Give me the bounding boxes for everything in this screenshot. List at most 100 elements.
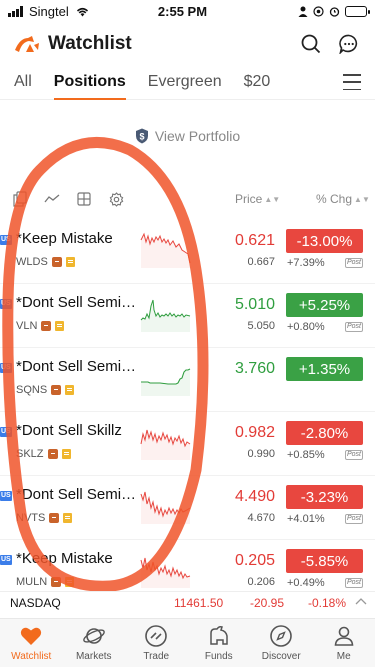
carrier-name: Singtel xyxy=(29,3,69,19)
ticker-symbol: SQNS xyxy=(16,384,48,396)
battery-icon xyxy=(345,5,370,17)
signal-icon xyxy=(8,5,23,17)
post-price: 0.667 xyxy=(247,256,275,268)
ticker-symbol: VLN xyxy=(16,320,38,332)
alarm-icon xyxy=(329,6,340,17)
change-badge[interactable]: -13.00% xyxy=(286,229,363,253)
sort-icon: ▲▼ xyxy=(354,195,370,204)
market-badge: US xyxy=(0,235,12,245)
table-row[interactable]: US *Dont Sell Skillz SKLZ 0.982 0.990 -2… xyxy=(0,412,375,476)
note-badge-icon xyxy=(61,449,71,459)
chg-header-label: % Chg xyxy=(316,192,353,206)
post-market-tag: Post xyxy=(345,322,364,332)
change-badge[interactable]: +1.35% xyxy=(286,357,363,381)
post-change: +0.85% xyxy=(287,449,325,461)
position-badge-icon xyxy=(51,257,62,267)
change-badge[interactable]: +5.25% xyxy=(286,293,363,317)
grid-view-icon[interactable] xyxy=(76,191,92,207)
change-badge[interactable]: -3.23% xyxy=(286,485,363,509)
stock-sub: MULN xyxy=(16,576,75,588)
post-price: 4.670 xyxy=(247,512,275,524)
ticker-symbol: NVTS xyxy=(16,512,46,524)
tab-evergreen[interactable]: Evergreen xyxy=(148,66,222,100)
market-badge: US xyxy=(0,555,12,565)
market-badge: US xyxy=(0,427,12,437)
view-portfolio-label: View Portfolio xyxy=(154,128,241,144)
last-price: 0.982 xyxy=(234,424,275,441)
post-change: +4.01% xyxy=(287,513,325,525)
nav-markets[interactable]: Markets xyxy=(63,619,126,667)
index-value: 11461.50 xyxy=(174,595,224,610)
nav-trade[interactable]: Trade xyxy=(125,619,188,667)
tab-positions[interactable]: Positions xyxy=(53,66,126,100)
planet-icon xyxy=(82,628,105,644)
change-badge[interactable]: -5.85% xyxy=(286,549,363,573)
post-change: +7.39% xyxy=(287,257,325,269)
post-market-tag: Post xyxy=(345,450,364,460)
position-badge-icon xyxy=(51,577,62,587)
note-badge-icon xyxy=(65,577,75,587)
copy-icon[interactable] xyxy=(12,191,28,207)
post-price: 0.990 xyxy=(247,448,275,460)
sparkline-chart xyxy=(141,368,191,396)
status-left: Singtel xyxy=(8,4,138,19)
settings-gear-icon[interactable] xyxy=(108,191,124,207)
position-badge-icon xyxy=(47,449,58,459)
shield-dollar-icon: $ xyxy=(135,128,148,144)
post-price: 5.050 xyxy=(247,320,275,332)
nav-label: Funds xyxy=(204,651,233,662)
compass-icon xyxy=(270,625,293,647)
position-badge-icon xyxy=(49,513,60,523)
heart-icon xyxy=(21,627,42,645)
stock-name: *Keep Mistake xyxy=(16,230,113,247)
chevron-up-icon[interactable] xyxy=(354,595,368,609)
status-bar: Singtel 2:55 PM xyxy=(0,0,375,22)
sparkline-chart xyxy=(140,429,191,460)
trend-view-icon[interactable] xyxy=(44,191,60,207)
nav-watchlist[interactable]: Watchlist xyxy=(0,619,63,667)
stock-sub: NVTS xyxy=(16,512,73,524)
note-badge-icon xyxy=(55,321,65,331)
market-badge: US xyxy=(0,299,12,309)
tab-20[interactable]: $20 xyxy=(244,66,271,100)
sparkline-chart xyxy=(140,232,191,268)
index-ticker-bar[interactable]: NASDAQ 11461.50 -20.95 -0.18% xyxy=(0,591,375,613)
trade-icon xyxy=(145,625,168,647)
note-badge-icon xyxy=(65,257,75,267)
ticker-symbol: MULN xyxy=(16,576,48,588)
tab-all[interactable]: All xyxy=(14,66,32,100)
sparkline-chart xyxy=(140,299,191,332)
note-badge-icon xyxy=(63,513,73,523)
last-price: 5.010 xyxy=(234,296,275,313)
nav-label: Discover xyxy=(261,651,301,662)
post-market-tag: Post xyxy=(345,578,364,588)
chat-icon[interactable] xyxy=(337,32,361,56)
view-portfolio-button[interactable]: $ View Portfolio xyxy=(0,128,375,144)
nav-me[interactable]: Me xyxy=(313,619,375,667)
table-row[interactable]: US *Dont Sell Semico... VLN 5.010 5.050 … xyxy=(0,284,375,348)
position-badge-icon xyxy=(51,385,62,395)
price-column-header[interactable]: Price ▲▼ xyxy=(235,192,280,206)
post-change: +0.80% xyxy=(287,321,325,333)
chg-column-header[interactable]: % Chg ▲▼ xyxy=(316,192,370,206)
watchlist-tabs: All Positions Evergreen $20 xyxy=(0,66,375,100)
nav-discover[interactable]: Discover xyxy=(250,619,313,667)
sparkline-chart xyxy=(140,557,191,588)
stock-name: *Dont Sell Semico... xyxy=(16,486,140,503)
last-price: 4.490 xyxy=(234,488,275,505)
table-row[interactable]: US *Keep Mistake WLDS 0.621 0.667 -13.00… xyxy=(0,220,375,284)
ticker-symbol: SKLZ xyxy=(16,448,44,460)
sort-icon: ▲▼ xyxy=(264,195,281,204)
stock-name: *Dont Sell Semico... xyxy=(16,358,140,375)
bottom-nav: Watchlist Markets Trade Funds Discover M… xyxy=(0,618,375,667)
page-title: Watchlist xyxy=(48,33,132,54)
table-row[interactable]: US *Dont Sell Semico... NVTS 4.490 4.670… xyxy=(0,476,375,540)
app-header: Watchlist xyxy=(0,26,375,62)
table-row[interactable]: US *Dont Sell Semico... SQNS 3.760 +1.35… xyxy=(0,348,375,412)
menu-icon[interactable] xyxy=(343,74,361,90)
change-badge[interactable]: -2.80% xyxy=(286,421,363,445)
column-header: Price ▲▼ % Chg ▲▼ xyxy=(0,188,375,210)
nav-funds[interactable]: Funds xyxy=(188,619,251,667)
search-icon[interactable] xyxy=(299,32,323,56)
positions-list: US *Keep Mistake WLDS 0.621 0.667 -13.00… xyxy=(0,220,375,604)
